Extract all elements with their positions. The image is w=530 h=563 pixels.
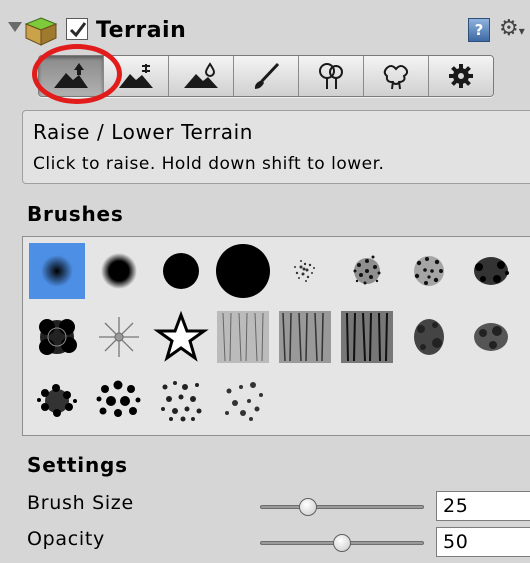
tool-smooth-height[interactable] (169, 56, 234, 96)
brush-7[interactable] (401, 243, 457, 299)
brush-grid (22, 236, 530, 436)
help-icon[interactable]: ? (468, 18, 490, 42)
brush-3[interactable] (153, 243, 209, 299)
brush-20[interactable] (215, 373, 271, 429)
brush-9[interactable] (29, 309, 85, 365)
tool-description-text: Click to raise. Hold down shift to lower… (33, 154, 385, 174)
tool-paint-texture[interactable] (234, 56, 299, 96)
checkmark-icon (69, 22, 87, 38)
brush-size-label: Brush Size (27, 492, 134, 514)
brush-1[interactable] (29, 243, 85, 299)
tool-raise-lower-terrain[interactable] (39, 56, 104, 96)
opacity-slider-thumb[interactable] (333, 534, 351, 552)
brush-10[interactable] (91, 309, 147, 365)
tool-settings[interactable] (429, 56, 493, 96)
brush-4[interactable] (215, 243, 271, 299)
brush-6[interactable] (339, 243, 395, 299)
tool-description-title: Raise / Lower Terrain (33, 120, 254, 144)
brush-size-field[interactable]: 25 (436, 491, 530, 521)
enabled-checkbox[interactable] (66, 18, 88, 40)
tool-paint-height[interactable] (104, 56, 169, 96)
mountain-up-arrow-icon (54, 63, 88, 88)
brush-size-slider-track[interactable] (260, 505, 424, 509)
brush-18[interactable] (91, 373, 147, 429)
brush-14[interactable] (339, 309, 395, 365)
brush-size-slider-thumb[interactable] (299, 498, 318, 516)
brush-16[interactable] (463, 309, 519, 365)
component-title: Terrain (96, 18, 187, 43)
opacity-label: Opacity (27, 528, 105, 550)
grass-detail-icon (383, 65, 409, 90)
mountain-height-icon (119, 64, 153, 88)
brush-2[interactable] (91, 243, 147, 299)
tree-icon (319, 63, 343, 89)
brush-13[interactable] (277, 309, 333, 365)
tool-description-box: Raise / Lower Terrain Click to raise. Ho… (22, 110, 530, 184)
brush-15[interactable] (401, 309, 457, 365)
opacity-field[interactable]: 50 (436, 527, 530, 557)
brush-icon (254, 62, 280, 89)
tool-place-trees[interactable] (299, 56, 364, 96)
foldout-triangle-icon[interactable] (8, 22, 22, 32)
settings-heading: Settings (27, 453, 128, 477)
brush-19[interactable] (153, 373, 209, 429)
gear-icon (449, 64, 473, 88)
brush-8[interactable] (463, 243, 519, 299)
brush-17[interactable] (29, 373, 85, 429)
component-settings-gear-icon[interactable]: ⚙▾ (499, 16, 525, 41)
mountain-drop-icon (184, 62, 218, 88)
terrain-component-icon (24, 17, 58, 46)
brush-5[interactable] (277, 243, 333, 299)
tool-paint-details[interactable] (364, 56, 429, 96)
brush-12[interactable] (215, 309, 271, 365)
terrain-tool-toolbar (38, 55, 494, 97)
brush-11[interactable] (153, 309, 209, 365)
brushes-heading: Brushes (27, 202, 124, 226)
